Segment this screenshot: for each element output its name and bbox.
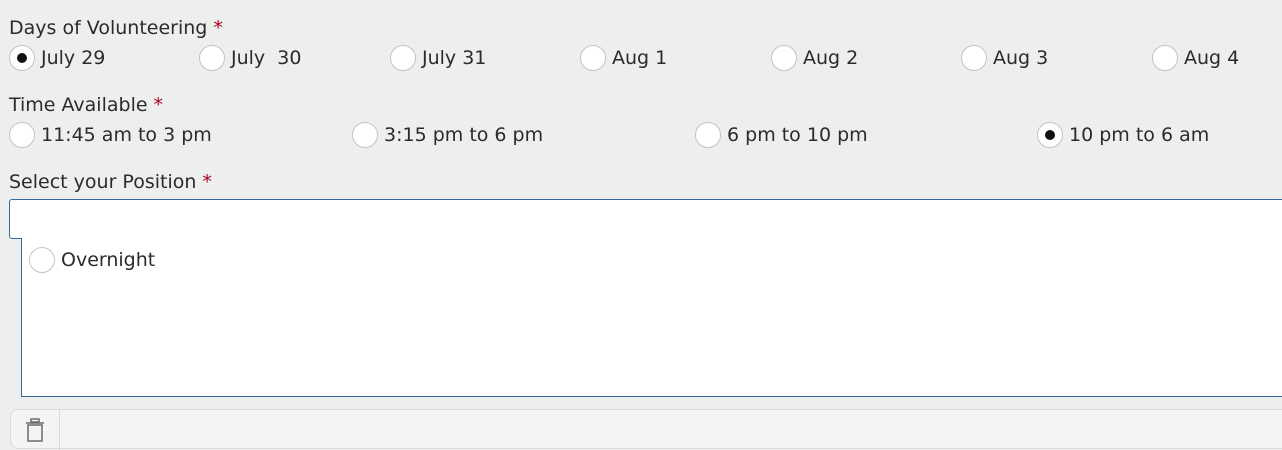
- required-asterisk: *: [213, 17, 223, 39]
- radio-option-6pm-10pm[interactable]: 6 pm to 10 pm: [695, 122, 868, 148]
- radio-option-label: July 29: [41, 47, 106, 69]
- radio-button[interactable]: [961, 45, 987, 71]
- radio-option-aug-1[interactable]: Aug 1: [580, 45, 667, 71]
- radio-button[interactable]: [771, 45, 797, 71]
- radio-option-july-31[interactable]: July 31: [390, 45, 486, 71]
- radio-button[interactable]: [352, 122, 378, 148]
- radio-option-label: Aug 3: [993, 47, 1049, 69]
- list-item-label: Overnight: [61, 249, 156, 271]
- required-asterisk: *: [153, 94, 164, 116]
- bottom-toolbar: [10, 409, 1282, 450]
- radio-option-label: 11:45 am to 3 pm: [41, 124, 212, 146]
- radio-option-315pm-6pm[interactable]: 3:15 pm to 6 pm: [352, 122, 543, 148]
- radio-option-label: Aug 2: [803, 47, 859, 69]
- radio-button[interactable]: [29, 247, 55, 273]
- radio-option-label: July 30: [231, 47, 302, 69]
- time-label: Time Available *: [9, 93, 163, 117]
- position-label-text: Select your Position: [9, 171, 197, 193]
- delete-button[interactable]: [11, 410, 60, 450]
- position-label: Select your Position *: [9, 170, 212, 194]
- radio-option-july-29[interactable]: July 29: [9, 45, 105, 71]
- radio-button[interactable]: [1037, 122, 1063, 148]
- radio-button[interactable]: [695, 122, 721, 148]
- list-item-overnight[interactable]: Overnight: [29, 247, 155, 273]
- radio-button[interactable]: [9, 45, 35, 71]
- radio-button[interactable]: [390, 45, 416, 71]
- radio-option-label: 10 pm to 6 am: [1069, 124, 1210, 146]
- days-label: Days of Volunteering *: [9, 16, 223, 40]
- radio-button[interactable]: [9, 122, 35, 148]
- radio-option-aug-2[interactable]: Aug 2: [771, 45, 858, 71]
- time-label-text: Time Available: [9, 94, 148, 116]
- radio-button[interactable]: [1152, 45, 1178, 71]
- radio-option-aug-4[interactable]: Aug 4: [1152, 45, 1239, 71]
- radio-option-10pm-6am[interactable]: 10 pm to 6 am: [1037, 122, 1209, 148]
- days-label-text: Days of Volunteering: [9, 17, 208, 39]
- radio-option-1145am-3pm[interactable]: 11:45 am to 3 pm: [9, 122, 212, 148]
- radio-option-label: 3:15 pm to 6 pm: [384, 124, 544, 146]
- radio-option-aug-3[interactable]: Aug 3: [961, 45, 1048, 71]
- radio-option-label: Aug 1: [612, 47, 668, 69]
- radio-option-label: 6 pm to 10 pm: [727, 124, 868, 146]
- position-options-list: Overnight: [21, 238, 1282, 397]
- position-search-input[interactable]: [9, 199, 1282, 239]
- radio-button[interactable]: [199, 45, 225, 71]
- radio-option-label: July 31: [422, 47, 487, 69]
- required-asterisk: *: [202, 171, 212, 193]
- radio-option-july-30[interactable]: July 30: [199, 45, 301, 71]
- radio-button[interactable]: [580, 45, 606, 71]
- trash-icon: [26, 418, 44, 442]
- radio-option-label: Aug 4: [1184, 47, 1240, 69]
